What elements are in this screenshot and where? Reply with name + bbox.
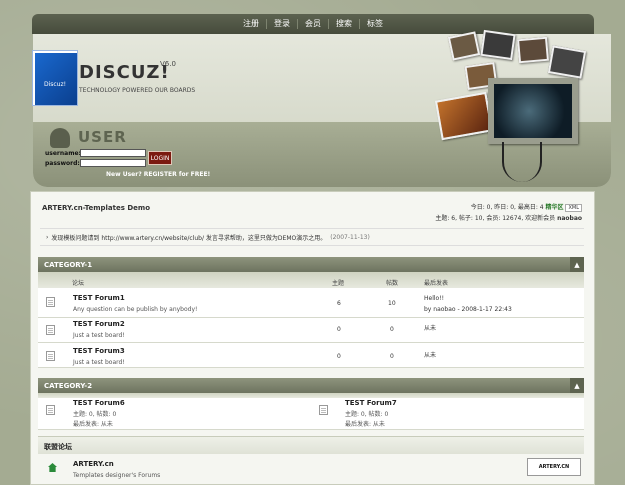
- stats-today: 今日: 0, 昨日: 0, 最高日: 4: [470, 204, 544, 211]
- nav-register[interactable]: 注册: [236, 19, 267, 29]
- affiliate-forums-header: 联盟论坛: [38, 436, 584, 454]
- nav-search[interactable]: 搜索: [329, 19, 360, 29]
- forum-name[interactable]: TEST Forum7: [345, 399, 397, 407]
- frame-image: [480, 29, 516, 61]
- forum-icon: [46, 405, 55, 415]
- column-header-row: [38, 272, 584, 288]
- header-artwork: [430, 29, 615, 184]
- affiliate-logo[interactable]: ARTERY.CN: [527, 458, 581, 476]
- nav-members[interactable]: 会员: [298, 19, 329, 29]
- user-avatar-icon: [50, 128, 70, 148]
- logo-box-icon[interactable]: Discuz!: [32, 50, 78, 106]
- forum-row: [38, 288, 584, 318]
- forum-last-post: 最后发表: 从未: [73, 421, 113, 428]
- password-input[interactable]: [80, 159, 146, 167]
- category-header[interactable]: CATEGORY-2 ▲: [38, 378, 584, 393]
- forum-icon: [46, 297, 55, 307]
- forum-stats: 主题: 0, 帖数: 0: [73, 411, 117, 418]
- forum-desc: Just a test board!: [73, 332, 125, 339]
- forum-desc: Any question can be publish by anybody!: [73, 306, 198, 313]
- forum-last-post: 最后发表: 从未: [345, 421, 385, 428]
- logo-version: V6.0: [160, 60, 176, 68]
- nav-tags[interactable]: 标签: [360, 19, 390, 29]
- forum-topics: 0: [337, 353, 341, 360]
- category-title: CATEGORY-1: [44, 260, 93, 269]
- col-forum: 论坛: [72, 280, 85, 287]
- forum-topics: 0: [337, 326, 341, 333]
- frame-image: [517, 36, 549, 64]
- login-button[interactable]: LOGIN: [148, 151, 172, 165]
- forum-icon: [46, 351, 55, 361]
- breadcrumb[interactable]: ARTERY.cn-Templates Demo: [42, 204, 150, 212]
- board-stats-line1: 今日: 0, 昨日: 0, 最高日: 4 精华区 XML: [471, 202, 582, 212]
- col-last-post: 最后发表: [424, 280, 449, 287]
- forum-posts: 0: [390, 353, 394, 360]
- collapse-arrow-icon[interactable]: ▲: [570, 378, 584, 393]
- stats-totals: 主题: 6, 帖子: 10, 会员: 12674, 欢迎新会员: [435, 215, 556, 222]
- forum-icon: [319, 405, 328, 415]
- logo-tagline: TECHNOLOGY POWERED OUR BOARDS: [79, 87, 196, 94]
- frame-image: [447, 31, 481, 61]
- forum-name[interactable]: TEST Forum6: [73, 399, 125, 407]
- collapse-arrow-icon[interactable]: ▲: [570, 257, 584, 272]
- frame-image: [434, 91, 494, 141]
- col-topics: 主题: [332, 280, 345, 287]
- category-header[interactable]: CATEGORY-1 ▲: [38, 257, 584, 272]
- forum-posts: 0: [390, 326, 394, 333]
- login-title: USER: [78, 128, 127, 146]
- affiliate-site-desc: Templates designer's Forums: [73, 472, 161, 479]
- password-label: password:: [45, 160, 80, 167]
- username-input[interactable]: [80, 149, 146, 157]
- nav-login[interactable]: 登录: [267, 19, 298, 29]
- col-posts: 帖数: [386, 280, 399, 287]
- category-title: CATEGORY-2: [44, 381, 93, 390]
- board-stats-line2: 主题: 6, 帖子: 10, 会员: 12674, 欢迎新会员 naobao: [435, 213, 582, 222]
- register-link[interactable]: New User? REGISTER for FREE!: [106, 171, 210, 178]
- forum-name[interactable]: TEST Forum2: [73, 320, 125, 328]
- last-post-meta: by naobao - 2008-1-17 22:43: [424, 306, 512, 313]
- username-label: username:: [45, 150, 81, 157]
- forum-icon: [46, 325, 55, 335]
- newest-member-link[interactable]: naobao: [557, 215, 582, 222]
- forum-topics: 6: [337, 300, 341, 307]
- logo-box-label: Discuz!: [43, 81, 67, 88]
- announcement-text[interactable]: 发现模板问题请到 http://www.artery.cn/website/cl…: [51, 233, 326, 242]
- affiliate-site-name[interactable]: ARTERY.cn: [73, 460, 114, 468]
- top-nav: 注册 登录 会员 搜索 标签: [32, 14, 594, 34]
- forum-desc: Just a test board!: [73, 359, 125, 366]
- last-post-title: 从未: [424, 352, 437, 359]
- digest-link[interactable]: 精华区: [546, 204, 564, 211]
- last-post-title[interactable]: Hello!!: [424, 295, 444, 302]
- frame-image: [547, 45, 587, 79]
- forum-posts: 10: [388, 300, 396, 307]
- forum-name[interactable]: TEST Forum1: [73, 294, 125, 302]
- notice-bullet-icon: ›: [46, 233, 49, 241]
- last-post-title: 从未: [424, 325, 437, 332]
- forum-stats: 主题: 0, 帖数: 0: [345, 411, 389, 418]
- announcement-date: (2007-11-13): [330, 233, 370, 241]
- logo-title[interactable]: DISCUZ!: [79, 62, 170, 83]
- xml-badge[interactable]: XML: [565, 204, 582, 212]
- frame-image: [488, 78, 578, 144]
- cable-bundle: [502, 142, 542, 182]
- forum-name[interactable]: TEST Forum3: [73, 347, 125, 355]
- announcement: › 发现模板问题请到 http://www.artery.cn/website/…: [40, 228, 584, 246]
